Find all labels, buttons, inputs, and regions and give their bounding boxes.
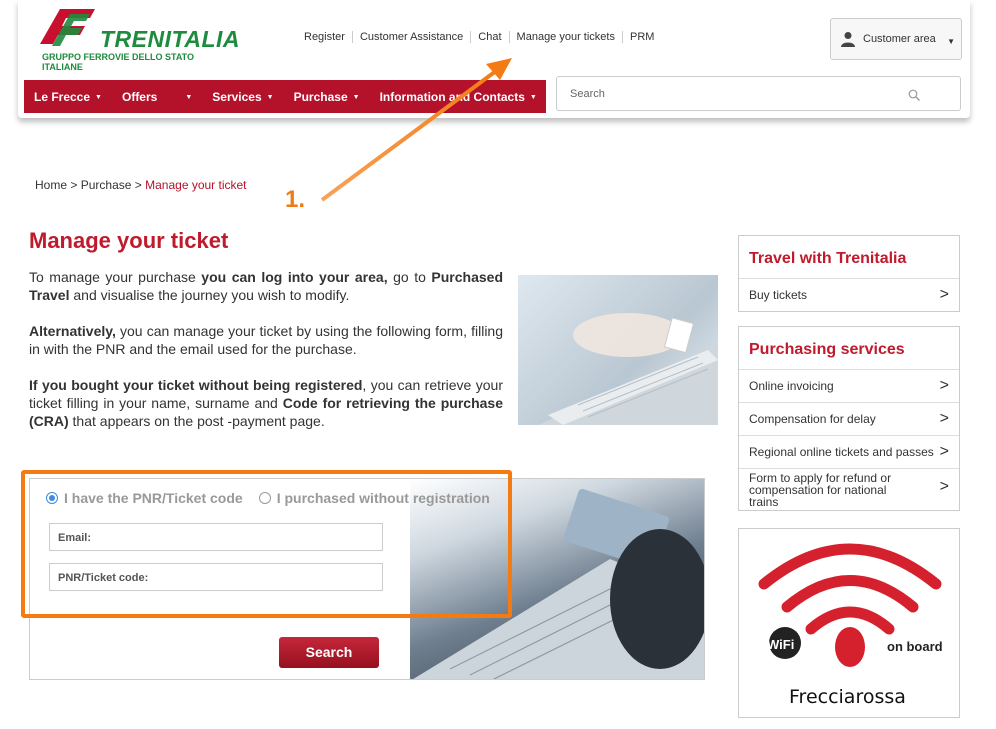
breadcrumb-current: Manage your ticket [145,178,247,192]
breadcrumb-purchase[interactable]: Purchase [81,178,132,192]
breadcrumb-home[interactable]: Home [35,178,67,192]
caret-down-icon: ▼ [95,93,102,101]
purchasing-title: Purchasing services [749,341,905,358]
trenitalia-logo[interactable]: TRENITALIA GRUPPO FERROVIE DELLO STATO I… [30,4,240,72]
chevron-right-icon: > [939,286,949,303]
radio-pnr-label[interactable]: I have the PNR/Ticket code [64,490,243,506]
customer-area-button[interactable]: Customer area ▼ [830,18,962,60]
search-icon[interactable] [908,89,920,101]
refund-form-link[interactable]: Form to apply for refund or compensation… [739,468,959,510]
prm-link[interactable]: PRM [621,31,661,43]
nav-le-frecce[interactable]: Le Frecce ▼ [24,90,112,104]
logo-subtitle: GRUPPO FERROVIE DELLO STATO ITALIANE [42,52,195,72]
search-input[interactable]: Search [556,76,961,111]
search-button[interactable]: Search [279,637,379,668]
radio-no-registration[interactable] [258,492,271,504]
customer-area-label: Customer area [863,33,936,45]
svg-text:Frecciarossa: Frecciarossa [789,686,906,708]
chevron-right-icon: > [939,477,949,495]
intro-paragraph-1: To manage your purchase you can log into… [29,269,503,303]
radio-no-registration-label[interactable]: I purchased without registration [277,490,490,506]
chevron-right-icon: > [939,377,949,394]
svg-text:on board: on board [887,639,943,654]
radio-pnr[interactable] [46,492,58,504]
pnr-field[interactable]: PNR/Ticket code: [49,563,383,591]
buy-tickets-link[interactable]: Buy tickets > [739,278,959,311]
laptop-photo [518,275,718,425]
caret-down-icon: ▼ [266,93,274,101]
regional-tickets-link[interactable]: Regional online tickets and passes > [739,435,959,468]
breadcrumb: Home > Purchase > Manage your ticket [35,178,247,192]
purchase-type-radios: I have the PNR/Ticket code I purchased w… [46,490,490,506]
pnr-label: PNR/Ticket code: [58,572,149,584]
fs-logo-icon [40,9,95,46]
travel-with-trenitalia-box: Travel with Trenitalia Buy tickets > [738,235,960,312]
compensation-delay-link[interactable]: Compensation for delay > [739,402,959,435]
online-invoicing-link[interactable]: Online invoicing > [739,369,959,402]
search-placeholder: Search [570,88,605,100]
user-icon [841,32,855,47]
caret-down-icon: ▼ [185,93,193,101]
travel-title: Travel with Trenitalia [749,250,907,267]
caret-down-icon: ▼ [947,37,955,46]
svg-text:WiFi: WiFi [767,637,794,652]
intro-paragraph-3: If you bought your ticket without being … [29,377,503,429]
annotation-label: 1. [285,186,306,213]
chevron-right-icon: > [939,410,949,427]
frecciarossa-wifi-banner[interactable]: WiFi on board Frecciarossa [738,528,960,718]
purchasing-services-box: Purchasing services Online invoicing > Co… [738,326,960,511]
nav-offers[interactable]: Offers ▼ [112,90,202,104]
logo-text: TRENITALIA [100,26,241,52]
intro-paragraph-2: Alternatively, you can manage your ticke… [29,323,503,357]
email-field[interactable]: Email: [49,523,383,551]
wifi-signal-icon: WiFi on board Frecciarossa [758,543,943,708]
chevron-right-icon: > [939,443,949,460]
nav-services[interactable]: Services ▼ [202,90,283,104]
page-title: Manage your ticket [29,228,229,253]
email-label: Email: [58,532,92,544]
annotation-arrow [320,58,512,202]
